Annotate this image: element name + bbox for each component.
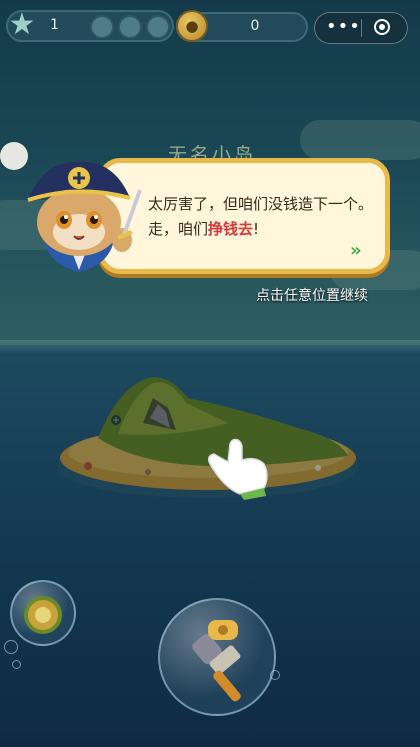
cat-pirate-avatar xyxy=(27,161,142,272)
bubble-decor xyxy=(4,640,18,654)
hammer-icon xyxy=(192,620,241,702)
paw-slots xyxy=(90,15,170,39)
dialog-text: 太厉害了，但咱们没钱造下一个。走，咱们挣钱去! xyxy=(148,192,380,242)
paw-slot-icon xyxy=(90,15,114,39)
star-icon: ★ xyxy=(8,7,36,42)
capsule-divider xyxy=(361,19,362,37)
bubble-decor xyxy=(270,670,280,680)
dialog-text-highlight: 挣钱去 xyxy=(208,220,254,238)
more-dots-icon[interactable]: ••• xyxy=(326,18,361,36)
double-chevron-right-icon[interactable]: » xyxy=(350,240,362,261)
hammer-bubble[interactable] xyxy=(158,598,276,716)
target-close-icon[interactable] xyxy=(374,19,390,35)
dialog-text-end: ! xyxy=(253,220,260,238)
level-count: 1 xyxy=(50,17,59,33)
dialog-text-main: 太厉害了，但咱们没钱造下一个。走，咱们 xyxy=(148,195,374,238)
tap-hand-icon xyxy=(207,438,268,500)
coin-count: 0 xyxy=(250,18,260,34)
coin-stack-icon xyxy=(24,596,62,634)
continue-hint: 点击任意位置继续 xyxy=(256,288,368,304)
coin-bubble[interactable] xyxy=(10,580,76,646)
paw-slot-icon xyxy=(146,15,170,39)
paw-coin-icon: ● xyxy=(176,10,208,42)
bubble-decor xyxy=(12,660,21,669)
paw-slot-icon xyxy=(118,15,142,39)
